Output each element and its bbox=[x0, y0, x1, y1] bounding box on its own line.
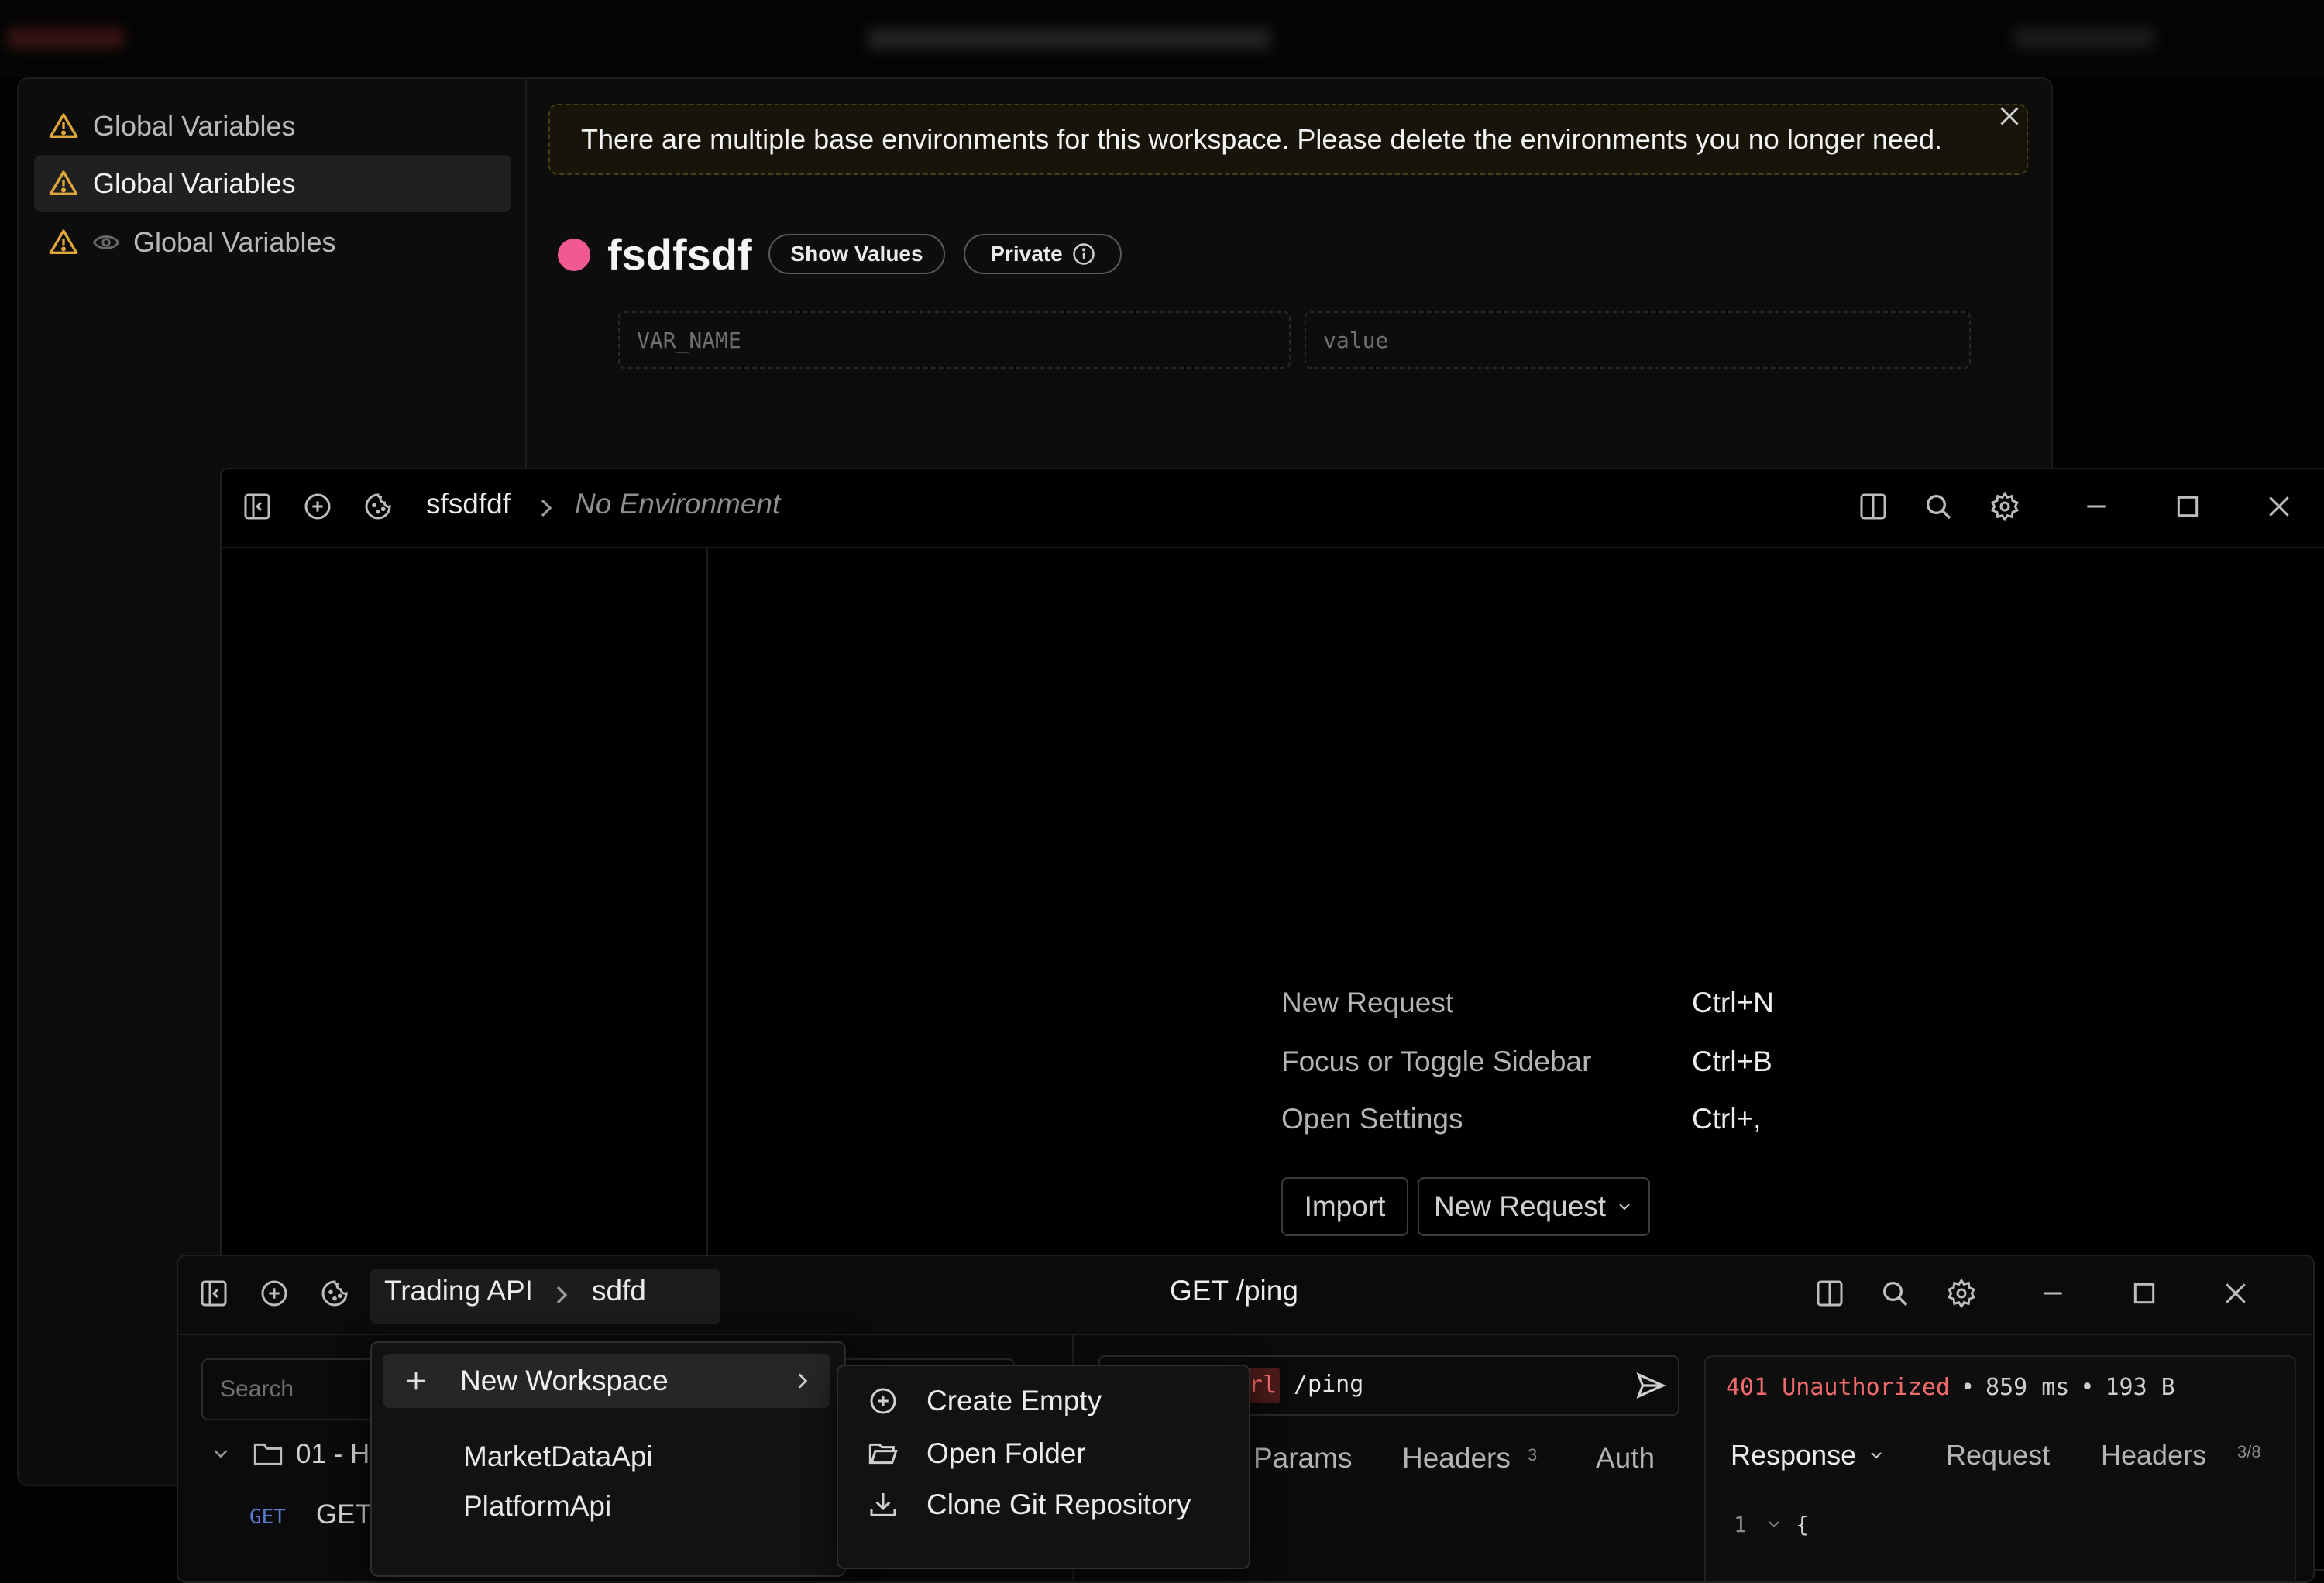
toggle-sidebar-icon[interactable] bbox=[198, 1278, 232, 1312]
env-item-label: Global Variables bbox=[93, 110, 296, 142]
headers-count-badge: 3 bbox=[1528, 1445, 1538, 1465]
private-button[interactable]: Private bbox=[964, 234, 1122, 274]
maximize-icon[interactable] bbox=[2172, 491, 2206, 525]
workspace-breadcrumb[interactable]: sfsdfdf bbox=[426, 488, 511, 520]
env-item-global-3[interactable]: Global Variables bbox=[34, 214, 511, 271]
download-icon bbox=[868, 1489, 899, 1520]
add-circle-icon[interactable] bbox=[302, 491, 336, 525]
close-icon[interactable] bbox=[2264, 491, 2298, 525]
response-headers-count: 3/8 bbox=[2237, 1442, 2261, 1461]
response-time: 859 ms bbox=[1985, 1374, 2070, 1401]
environment-selector[interactable]: No Environment bbox=[575, 488, 780, 520]
warning-banner: There are multiple base environments for… bbox=[548, 104, 2028, 175]
import-button[interactable]: Import bbox=[1281, 1177, 1408, 1236]
cookie-icon[interactable] bbox=[319, 1278, 353, 1312]
eye-icon bbox=[93, 229, 119, 256]
window-header: sfsdfdf No Environment bbox=[222, 469, 2324, 548]
response-panel: 401 Unauthorized • 859 ms • 193 B Respon… bbox=[1704, 1355, 2296, 1581]
tab-params[interactable]: Params bbox=[1253, 1442, 1352, 1475]
request-label[interactable]: GET bbox=[316, 1499, 372, 1530]
tab-response[interactable]: Response bbox=[1731, 1439, 1886, 1471]
folder-icon bbox=[253, 1439, 284, 1472]
env-item-global-2[interactable]: Global Variables bbox=[34, 155, 511, 212]
shortcut-key: Ctrl+, bbox=[1692, 1103, 1762, 1135]
menu-item-workspace[interactable]: PlatformApi bbox=[463, 1490, 611, 1523]
shortcut-key: Ctrl+B bbox=[1692, 1046, 1772, 1077]
menu-item-open-folder[interactable]: Open Folder bbox=[838, 1428, 1249, 1479]
cookie-icon[interactable] bbox=[363, 491, 397, 525]
shortcut-key: Ctrl+N bbox=[1692, 987, 1774, 1018]
separator: • bbox=[2080, 1374, 2095, 1401]
search-icon[interactable] bbox=[1923, 491, 1957, 525]
show-values-button[interactable]: Show Values bbox=[768, 234, 945, 274]
split-layout-icon[interactable] bbox=[1814, 1278, 1848, 1312]
add-circle-icon[interactable] bbox=[259, 1278, 293, 1312]
blurred-tray-icons bbox=[2014, 28, 2154, 48]
environment-color-dot[interactable] bbox=[558, 239, 590, 271]
chevron-down-icon bbox=[1615, 1197, 1634, 1216]
minimize-icon[interactable] bbox=[2081, 491, 2115, 525]
shortcut-label: New Request bbox=[1281, 987, 1454, 1018]
tab-request[interactable]: Request bbox=[1946, 1439, 2050, 1471]
environment-selector[interactable]: sdfd bbox=[592, 1275, 646, 1307]
os-title-bar bbox=[0, 0, 2324, 77]
env-item-global-1[interactable]: Global Variables bbox=[34, 98, 511, 155]
chevron-right-icon bbox=[535, 493, 558, 527]
menu-item-workspace[interactable]: MarketDataApi bbox=[463, 1440, 653, 1473]
response-body-line: { bbox=[1796, 1512, 1809, 1537]
tab-response-headers[interactable]: Headers bbox=[2101, 1439, 2206, 1471]
env-item-label: Global Variables bbox=[93, 167, 296, 199]
minimize-icon[interactable] bbox=[2037, 1278, 2071, 1312]
tab-auth[interactable]: Auth bbox=[1596, 1442, 1655, 1475]
add-circle-icon bbox=[868, 1386, 899, 1416]
window-title: GET /ping bbox=[1170, 1275, 1298, 1307]
chevron-down-icon[interactable] bbox=[209, 1442, 232, 1469]
info-icon bbox=[1072, 242, 1095, 266]
var-value-input[interactable]: value bbox=[1305, 311, 1971, 369]
workspace-breadcrumb[interactable]: Trading API bbox=[384, 1275, 533, 1307]
status-badge: 401 Unauthorized bbox=[1726, 1374, 1950, 1401]
warning-icon bbox=[48, 227, 79, 258]
folder-open-icon bbox=[868, 1438, 899, 1469]
split-layout-icon[interactable] bbox=[1858, 491, 1892, 525]
send-icon[interactable] bbox=[1635, 1369, 1667, 1406]
response-size: 193 B bbox=[2105, 1374, 2175, 1401]
env-item-label: Global Variables bbox=[133, 226, 336, 258]
menu-item-create-empty[interactable]: Create Empty bbox=[838, 1375, 1249, 1427]
close-icon[interactable] bbox=[1996, 102, 2023, 130]
chevron-right-icon bbox=[550, 1279, 573, 1314]
new-workspace-submenu: Create Empty Open Folder Clone Git Repos… bbox=[837, 1365, 1250, 1569]
close-icon[interactable] bbox=[2220, 1278, 2254, 1312]
maximize-icon[interactable] bbox=[2129, 1278, 2163, 1312]
blurred-app-label bbox=[8, 28, 124, 48]
url-path: /ping bbox=[1294, 1371, 1364, 1398]
warning-icon bbox=[48, 111, 79, 142]
separator: • bbox=[1960, 1374, 1975, 1401]
var-name-input[interactable]: VAR_NAME bbox=[618, 311, 1291, 369]
blurred-window-title bbox=[868, 28, 1270, 50]
shortcut-label: Open Settings bbox=[1281, 1103, 1463, 1135]
gear-icon[interactable] bbox=[1989, 491, 2023, 525]
shortcut-label: Focus or Toggle Sidebar bbox=[1281, 1046, 1592, 1077]
search-icon[interactable] bbox=[1879, 1278, 1913, 1312]
toggle-sidebar-icon[interactable] bbox=[242, 491, 276, 525]
chevron-down-icon bbox=[1867, 1446, 1886, 1465]
plus-icon bbox=[403, 1368, 429, 1394]
banner-text: There are multiple base environments for… bbox=[581, 123, 1942, 155]
line-number: 1 bbox=[1734, 1512, 1747, 1537]
chevron-right-icon bbox=[793, 1368, 812, 1394]
method-badge: GET bbox=[249, 1506, 286, 1529]
gear-icon[interactable] bbox=[1946, 1278, 1980, 1312]
environment-name[interactable]: fsdfsdf bbox=[607, 229, 752, 280]
new-request-button[interactable]: New Request bbox=[1418, 1177, 1650, 1236]
menu-item-clone-git[interactable]: Clone Git Repository bbox=[838, 1479, 1249, 1530]
tab-headers[interactable]: Headers bbox=[1402, 1442, 1511, 1475]
menu-item-new-workspace[interactable]: New Workspace bbox=[383, 1354, 830, 1408]
workspace-menu: New Workspace MarketDataApi PlatformApi bbox=[370, 1341, 846, 1577]
chevron-down-icon[interactable] bbox=[1765, 1515, 1783, 1537]
response-status-line: 401 Unauthorized • 859 ms • 193 B bbox=[1726, 1374, 2175, 1401]
folder-label[interactable]: 01 - H bbox=[296, 1439, 370, 1470]
warning-icon bbox=[48, 168, 79, 199]
window-header: Trading API sdfd GET /ping bbox=[178, 1256, 2313, 1335]
